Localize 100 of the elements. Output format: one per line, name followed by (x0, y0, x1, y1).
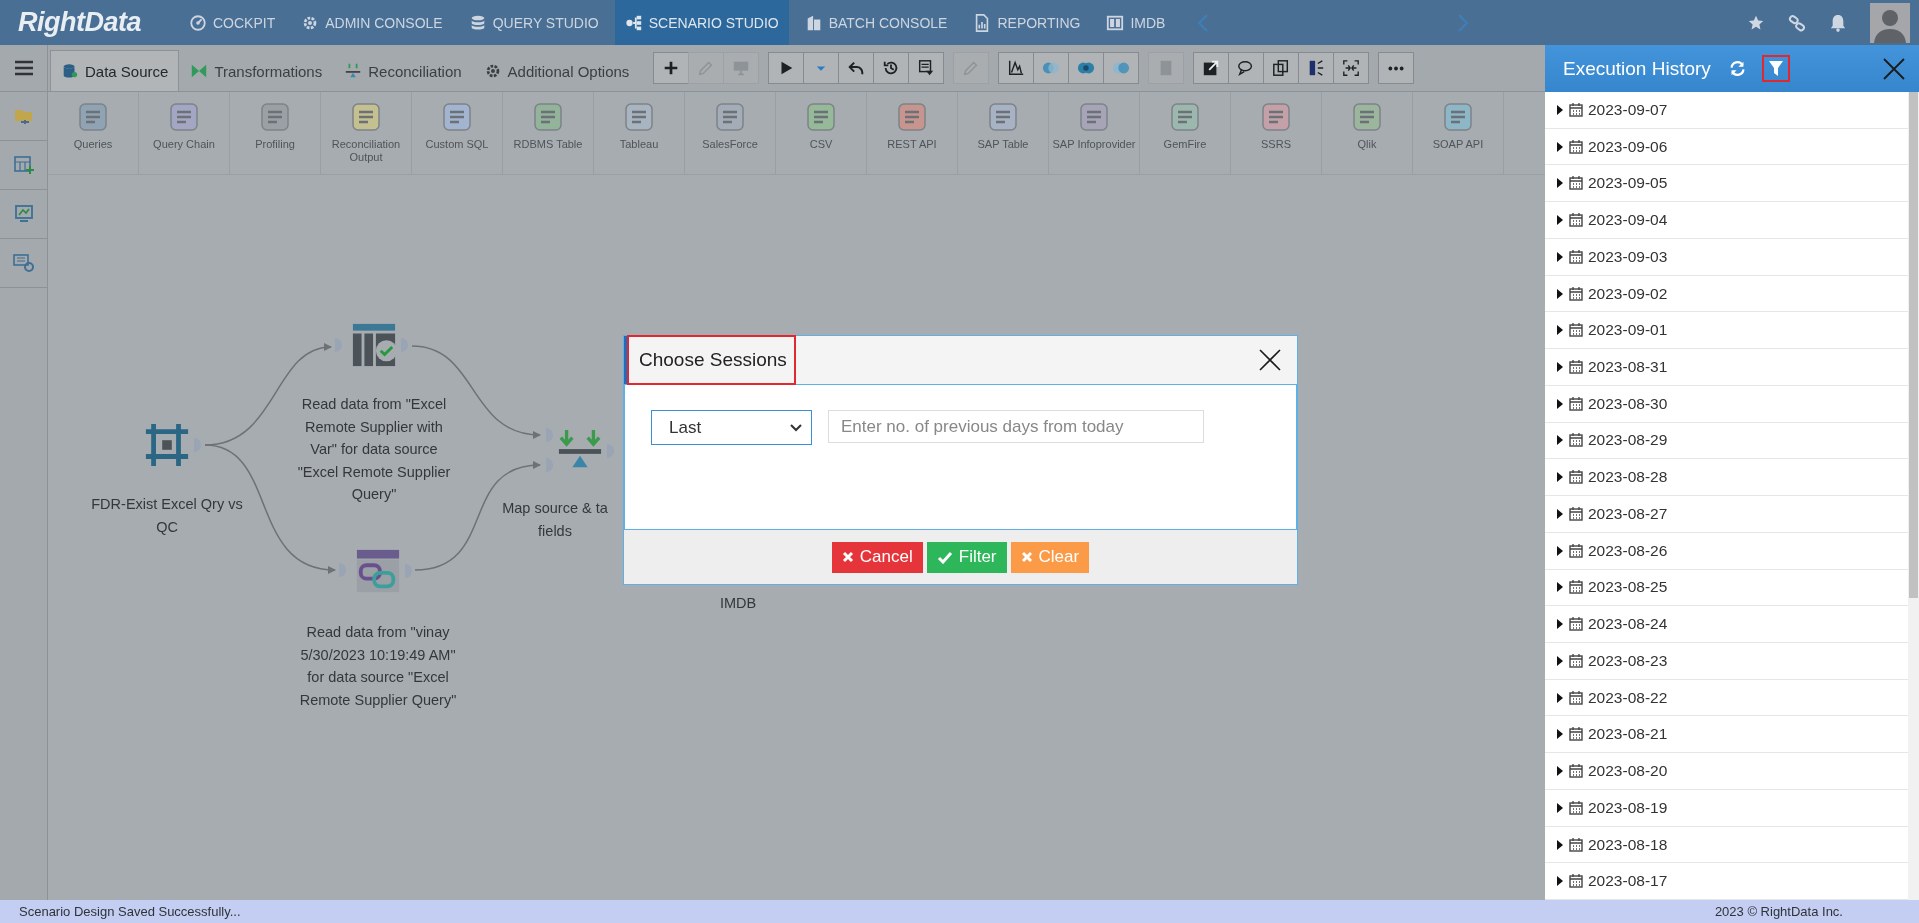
history-row[interactable]: 2023-09-02 (1545, 275, 1908, 313)
scrollbar[interactable] (1908, 92, 1919, 900)
caret-icon[interactable] (1556, 728, 1564, 741)
caret-icon[interactable] (1556, 691, 1564, 704)
nav-tab[interactable]: ADMIN CONSOLE (291, 0, 453, 45)
palette-label[interactable]: Custom SQL (425, 138, 489, 151)
logo[interactable]: RightData (18, 7, 141, 38)
caret-icon[interactable] (1556, 361, 1564, 373)
frame-icon[interactable] (144, 422, 190, 468)
history-row[interactable]: 2023-09-03 (1545, 238, 1908, 276)
filter-button[interactable]: Filter (926, 541, 1007, 573)
settings-list-icon[interactable] (12, 253, 35, 273)
history-row[interactable]: 2023-09-05 (1545, 165, 1908, 203)
table-add-icon[interactable] (13, 155, 34, 175)
caret-icon[interactable] (1556, 654, 1564, 667)
palette-label[interactable]: Queries (73, 138, 113, 151)
nav-tab[interactable]: COCKPIT (179, 0, 286, 45)
history-row[interactable]: 2023-08-27 (1545, 496, 1908, 533)
palette-label[interactable]: Qlik (1357, 138, 1377, 151)
tile-icon[interactable] (1079, 102, 1109, 132)
palette-label[interactable]: SalesForce (702, 138, 758, 151)
palette-label[interactable]: CSV (809, 138, 833, 151)
palette-label[interactable]: REST API (887, 138, 937, 151)
history-row[interactable]: 2023-09-04 (1545, 202, 1908, 239)
caret-icon[interactable] (1556, 434, 1564, 447)
tile-icon[interactable] (1352, 102, 1382, 132)
tile-icon[interactable] (1261, 102, 1291, 132)
history-row[interactable]: 2023-08-28 (1545, 459, 1908, 497)
caret-icon[interactable] (1556, 507, 1564, 520)
caret-icon[interactable] (1556, 250, 1564, 263)
toolbar-button[interactable] (1263, 52, 1300, 84)
caret-icon[interactable] (1556, 838, 1564, 851)
caret-icon[interactable] (1556, 103, 1564, 116)
history-row[interactable]: 2023-08-26 (1545, 532, 1908, 570)
nav-tab[interactable]: QUERY STUDIO (458, 0, 609, 45)
tile-icon[interactable] (1443, 102, 1473, 132)
caret-icon[interactable] (1556, 140, 1564, 153)
history-row[interactable]: 2023-09-01 (1545, 312, 1908, 350)
palette-label[interactable]: Reconciliation Output (321, 138, 411, 164)
palette-label[interactable]: GemFire (1163, 138, 1207, 151)
caret-icon[interactable] (1556, 324, 1564, 337)
toolbar-button[interactable] (998, 52, 1035, 84)
tile-icon[interactable] (442, 102, 472, 132)
tile-icon[interactable] (624, 102, 654, 132)
history-row[interactable]: 2023-08-22 (1545, 679, 1908, 717)
tab[interactable]: Data Source (50, 50, 180, 91)
tile-icon[interactable] (988, 102, 1018, 132)
monitor-icon[interactable] (13, 204, 34, 224)
toolbar-button[interactable] (1228, 52, 1265, 84)
caret-icon[interactable] (1556, 287, 1564, 300)
tile-icon[interactable] (715, 102, 745, 132)
range-dropdown[interactable]: Last (651, 410, 812, 445)
caret-icon[interactable] (1556, 397, 1564, 410)
toolbar-button[interactable] (873, 52, 910, 84)
menu-icon[interactable] (13, 60, 34, 76)
tile-icon[interactable] (78, 102, 108, 132)
palette-label[interactable]: Tableau (619, 138, 659, 151)
history-row[interactable]: 2023-08-23 (1545, 643, 1908, 680)
history-row[interactable]: 2023-08-24 (1545, 606, 1908, 643)
bell-icon[interactable] (1830, 13, 1846, 32)
nav-tab[interactable]: IMDB (1096, 0, 1176, 45)
palette-label[interactable]: Query Chain (153, 138, 215, 151)
cancel-button[interactable]: Cancel (831, 541, 923, 573)
toolbar-button[interactable] (838, 52, 875, 84)
toolbar-button[interactable] (1333, 52, 1370, 84)
tile-icon[interactable] (351, 102, 381, 132)
tile-icon[interactable] (897, 102, 927, 132)
nav-tab[interactable]: REPORTING (963, 0, 1091, 45)
caret-icon[interactable] (1556, 801, 1564, 814)
tile-icon[interactable] (533, 102, 563, 132)
palette-label[interactable]: SSRS (1261, 138, 1291, 151)
tab[interactable]: Transformations (179, 50, 334, 91)
history-row[interactable]: 2023-08-19 (1545, 789, 1908, 827)
toolbar-button[interactable] (768, 52, 805, 84)
palette-label[interactable]: SAP Infoprovider (1052, 138, 1136, 151)
table-check-icon[interactable] (351, 322, 397, 368)
toolbar-button[interactable] (1378, 52, 1415, 84)
toolbar-button[interactable] (1298, 52, 1335, 84)
palette-label[interactable]: SOAP API (1432, 138, 1484, 151)
history-row[interactable]: 2023-09-07 (1545, 92, 1908, 129)
star-icon[interactable] (1748, 14, 1764, 31)
avatar-icon[interactable] (1870, 2, 1910, 43)
caret-icon[interactable] (1556, 177, 1564, 190)
tab[interactable]: Reconciliation (333, 50, 473, 91)
palette-label[interactable]: SAP Table (977, 138, 1029, 151)
history-row[interactable]: 2023-08-29 (1545, 422, 1908, 460)
link-icon[interactable] (1788, 13, 1806, 32)
history-row[interactable]: 2023-08-21 (1545, 716, 1908, 754)
nav-tab[interactable]: SCENARIO STUDIO (614, 0, 789, 45)
caret-icon[interactable] (1556, 471, 1564, 484)
caret-icon[interactable] (1556, 618, 1564, 631)
palette-label[interactable]: Profiling (255, 138, 295, 151)
caret-icon[interactable] (1556, 544, 1564, 557)
tile-icon[interactable] (260, 102, 290, 132)
history-row[interactable]: 2023-09-06 (1545, 128, 1908, 166)
tab[interactable]: Additional Options (472, 50, 641, 91)
days-input[interactable]: Enter no. of previous days from today (828, 410, 1204, 443)
history-row[interactable]: 2023-08-31 (1545, 349, 1908, 386)
toolbar-button[interactable] (653, 52, 690, 84)
history-row[interactable]: 2023-08-18 (1545, 826, 1908, 864)
